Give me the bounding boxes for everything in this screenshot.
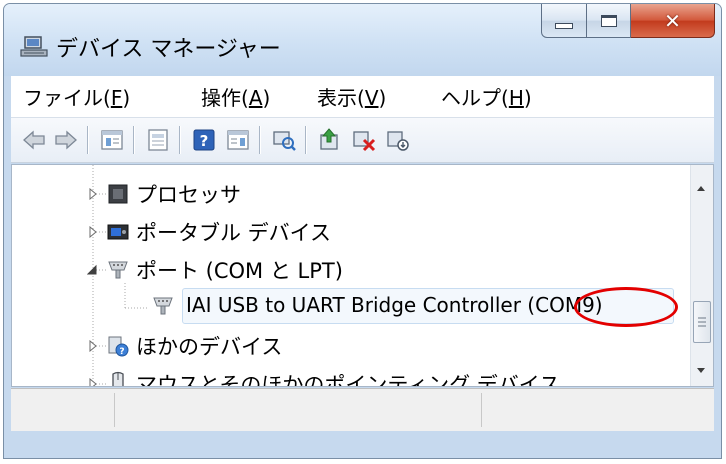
status-bar (11, 388, 714, 431)
device-manager-icon (20, 36, 48, 57)
menu-file-accel: F (110, 86, 123, 110)
toolbar-separator (179, 126, 180, 154)
unknown-device-icon: ? (108, 336, 129, 357)
menu-bar: ファイル(F) 操作(A) 表示(V) ヘルプ(H) (11, 76, 714, 118)
scrollbar-thumb[interactable] (693, 301, 711, 343)
port-icon (108, 261, 128, 279)
maximize-button[interactable] (587, 4, 631, 38)
tree-item-ports[interactable]: ポート (COM と LPT) (136, 255, 343, 285)
menu-action-label: 操作( (201, 86, 249, 110)
expand-arrow-icon[interactable] (88, 188, 98, 200)
minimize-button[interactable] (541, 4, 587, 38)
maximize-icon (600, 14, 617, 27)
device-tree[interactable]: プロセッサ ポータブル デバイス ポート (COM と LPT) IAI USB… (11, 164, 714, 387)
scroll-down-icon[interactable] (695, 366, 707, 376)
window-bottom-frame (4, 432, 721, 458)
caption-buttons: ✕ (541, 4, 715, 40)
disable-icon[interactable] (385, 127, 411, 153)
tree-item-mice[interactable]: マウスとそのほかのポインティング デバイス (136, 369, 560, 386)
collapse-arrow-icon[interactable] (87, 264, 97, 276)
processor-icon (108, 184, 128, 204)
help-icon[interactable]: ? (191, 127, 217, 153)
back-arrow-icon[interactable] (21, 127, 47, 153)
close-icon: ✕ (664, 8, 681, 33)
menu-help-label: ヘルプ( (441, 86, 509, 110)
status-cell (482, 393, 712, 427)
menu-view[interactable]: 表示(V) (317, 82, 386, 111)
scroll-up-icon[interactable] (695, 183, 707, 193)
toolbar-separator (133, 126, 134, 154)
toolbar-separator (305, 126, 306, 154)
title-bar[interactable]: デバイス マネージャー ✕ (4, 4, 721, 76)
menu-help-accel: H (508, 86, 524, 110)
menu-action-close: ) (262, 86, 271, 110)
menu-help-close: ) (523, 86, 532, 110)
expand-arrow-icon[interactable] (88, 340, 98, 352)
tree-item-portable-devices[interactable]: ポータブル デバイス (136, 217, 331, 247)
status-cell (115, 393, 482, 427)
menu-file-label: ファイル( (23, 86, 111, 110)
menu-action-accel: A (248, 86, 263, 110)
forward-arrow-icon[interactable] (53, 127, 79, 153)
print-icon[interactable] (145, 127, 171, 153)
tree-item-iai-usb-uart-controller[interactable]: IAI USB to UART Bridge Controller (COM9) (186, 293, 603, 317)
vertical-scrollbar[interactable] (690, 165, 713, 386)
scan-hardware-icon[interactable] (271, 127, 297, 153)
expand-arrow-icon[interactable] (88, 226, 98, 238)
port-device-icon (153, 297, 173, 315)
window-title: デバイス マネージャー (56, 37, 281, 62)
svg-text:?: ? (119, 347, 124, 357)
minimize-icon (555, 22, 573, 29)
properties-icon[interactable] (99, 127, 125, 153)
tree-item-other-devices[interactable]: ほかのデバイス (136, 331, 282, 361)
com-port-highlight-circle (574, 287, 678, 327)
console-tree-icon[interactable] (225, 127, 251, 153)
menu-help[interactable]: ヘルプ(H) (441, 82, 532, 111)
mouse-icon (112, 371, 124, 386)
expand-arrow-icon[interactable] (88, 378, 98, 387)
update-driver-icon[interactable] (317, 127, 343, 153)
toolbar: ? (11, 118, 714, 163)
close-button[interactable]: ✕ (631, 4, 715, 38)
menu-view-accel: V (364, 86, 379, 110)
uninstall-icon[interactable] (351, 127, 377, 153)
toolbar-separator (87, 126, 88, 154)
tree-item-processors[interactable]: プロセッサ (136, 179, 241, 209)
menu-view-close: ) (378, 86, 387, 110)
portable-device-icon (107, 224, 129, 240)
device-manager-window: デバイス マネージャー ✕ ファイル(F) 操作(A) 表示(V) ヘルプ(H) (3, 3, 722, 459)
menu-view-label: 表示( (317, 86, 365, 110)
menu-file-close: ) (122, 86, 131, 110)
svg-text:?: ? (200, 132, 209, 150)
menu-file[interactable]: ファイル(F) (23, 82, 130, 111)
thumb-grip-icon (698, 317, 706, 327)
status-cell (11, 393, 115, 427)
toolbar-separator (259, 126, 260, 154)
menu-action[interactable]: 操作(A) (201, 82, 270, 111)
